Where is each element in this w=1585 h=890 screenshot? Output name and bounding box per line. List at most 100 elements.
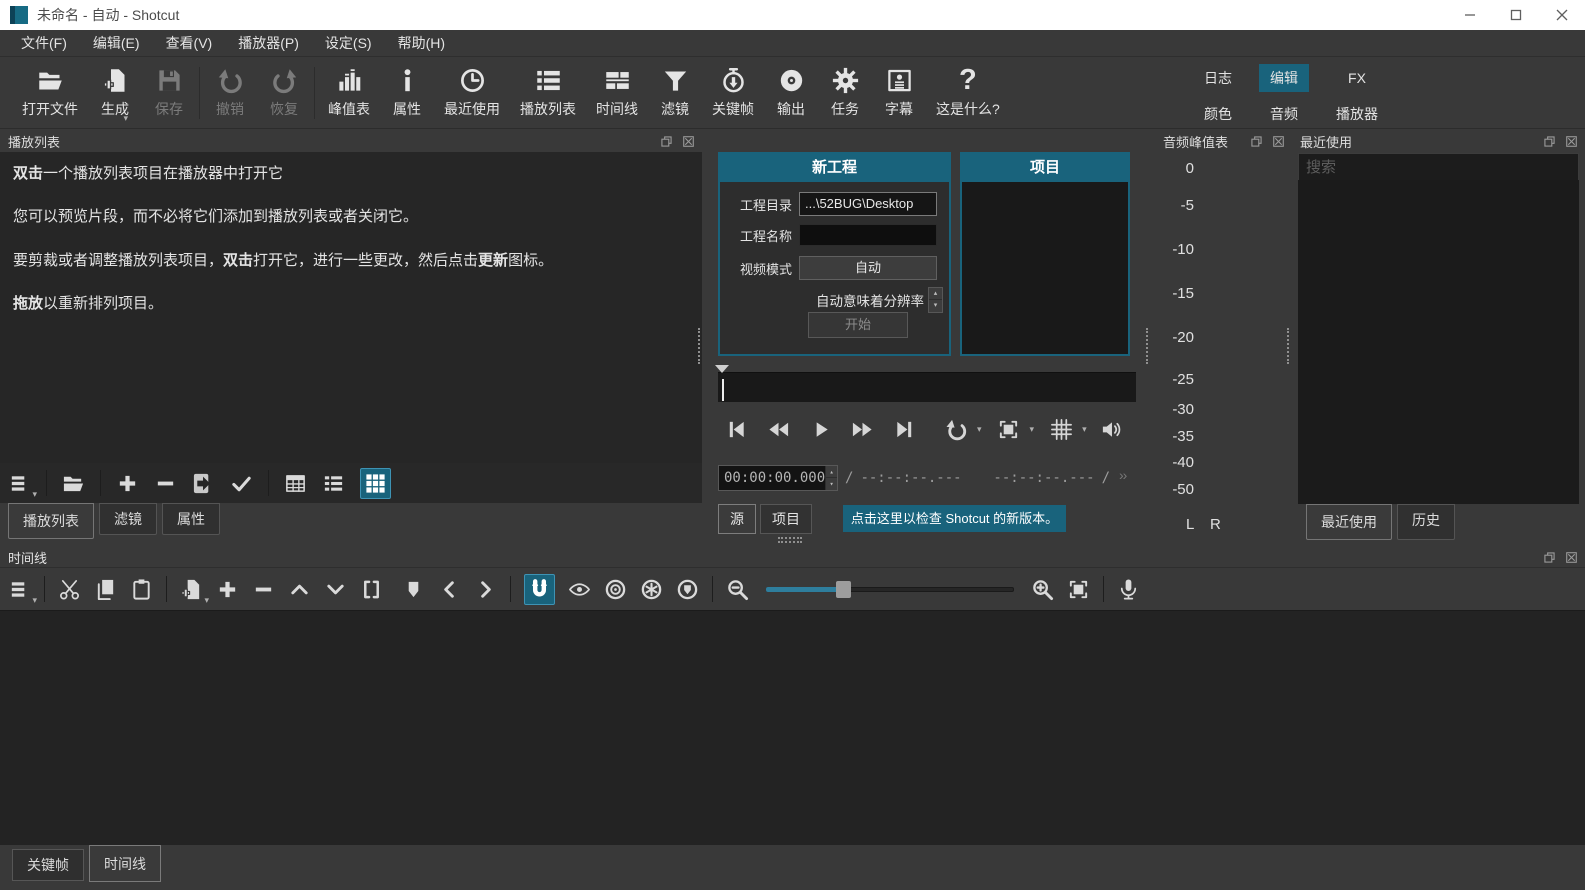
split-button[interactable]: [360, 578, 383, 601]
rewind-button[interactable]: [757, 418, 799, 441]
record-audio-button[interactable]: [1117, 578, 1140, 601]
zoom-slider-handle[interactable]: [836, 581, 851, 598]
recent-button[interactable]: 最近使用: [434, 62, 510, 123]
whats-this-button[interactable]: ? 这是什么?: [926, 62, 1010, 123]
timeline-zoom-slider[interactable]: [766, 580, 1014, 598]
playlist-remove-button[interactable]: [154, 472, 177, 495]
playhead-marker[interactable]: [715, 365, 729, 380]
marker-button[interactable]: [402, 578, 425, 601]
grid-button[interactable]: [1040, 418, 1082, 441]
previous-marker-button[interactable]: [438, 578, 461, 601]
float-panel-icon[interactable]: [1544, 136, 1555, 147]
ripple-all-tracks-button[interactable]: [640, 578, 663, 601]
zoom-fit-player-button[interactable]: [988, 418, 1030, 441]
layout-audio[interactable]: 音频: [1259, 100, 1309, 128]
float-panel-icon[interactable]: [661, 136, 672, 147]
menu-player[interactable]: 播放器(P): [225, 30, 312, 56]
tab-recent[interactable]: 最近使用: [1306, 504, 1392, 540]
timeline-menu-button[interactable]: ▾: [8, 578, 31, 601]
close-panel-icon[interactable]: [683, 136, 694, 147]
timecode-spinner[interactable]: ▴▾: [825, 466, 837, 490]
tab-history[interactable]: 历史: [1397, 504, 1455, 540]
layout-color[interactable]: 颜色: [1193, 100, 1243, 128]
ripple-trim-drop-button[interactable]: [604, 578, 627, 601]
menu-file[interactable]: 文件(F): [8, 30, 80, 56]
minimize-button[interactable]: [1447, 0, 1493, 30]
play-button[interactable]: [799, 418, 841, 441]
resolution-spinner[interactable]: ▴▾: [928, 287, 943, 313]
close-panel-icon[interactable]: [1273, 136, 1284, 147]
undo-button[interactable]: 撤销: [203, 62, 257, 123]
playlist-button[interactable]: 播放列表: [510, 62, 586, 123]
project-name-input[interactable]: [799, 224, 937, 246]
menu-view[interactable]: 查看(V): [153, 30, 226, 56]
view-details-button[interactable]: [284, 472, 307, 495]
start-button[interactable]: 开始: [808, 312, 908, 338]
splitter-handle[interactable]: [778, 537, 802, 545]
export-button[interactable]: 输出: [764, 62, 818, 123]
volume-button[interactable]: [1091, 418, 1133, 441]
delete-button[interactable]: [252, 578, 275, 601]
toolbar-overflow-button[interactable]: ››: [1119, 467, 1126, 483]
ripple-markers-button[interactable]: [676, 578, 699, 601]
project-folder-value[interactable]: ...\52BUG\Desktop: [799, 192, 937, 216]
menu-edit[interactable]: 编辑(E): [80, 30, 153, 56]
close-button[interactable]: [1539, 0, 1585, 30]
close-panel-icon[interactable]: [1566, 552, 1577, 563]
redo-button[interactable]: 恢复: [257, 62, 311, 123]
loop-button[interactable]: [935, 418, 977, 441]
skip-to-start-button[interactable]: [715, 418, 757, 441]
next-marker-button[interactable]: [474, 578, 497, 601]
layout-player[interactable]: 播放器: [1325, 100, 1389, 128]
timeline-button[interactable]: 时间线: [586, 62, 648, 123]
view-icons-button[interactable]: [360, 468, 391, 499]
jobs-button[interactable]: 任务: [818, 62, 872, 123]
skip-to-end-button[interactable]: [883, 418, 925, 441]
position-timecode[interactable]: 00:00:00.000 ▴▾: [718, 465, 838, 491]
playlist-add-button[interactable]: [116, 472, 139, 495]
properties-button[interactable]: 属性: [380, 62, 434, 123]
playlist-update-thumbnails-button[interactable]: [230, 472, 253, 495]
tab-keyframes[interactable]: 关键帧: [12, 849, 84, 881]
view-tiles-button[interactable]: [322, 472, 345, 495]
peak-meter-button[interactable]: 峰值表: [318, 62, 380, 123]
copy-button[interactable]: [94, 578, 117, 601]
layout-editing[interactable]: 编辑: [1259, 64, 1309, 92]
overwrite-button[interactable]: [324, 578, 347, 601]
playlist-update-button[interactable]: [192, 472, 215, 495]
seek-bar[interactable]: [718, 372, 1136, 402]
tab-source[interactable]: 源: [718, 504, 756, 534]
snap-toggle-button[interactable]: [524, 574, 555, 605]
maximize-button[interactable]: [1493, 0, 1539, 30]
timeline-zoom-in-button[interactable]: [1031, 578, 1054, 601]
timeline-tracks-area[interactable]: [0, 610, 1585, 845]
scrub-while-dragging-button[interactable]: [568, 578, 591, 601]
lift-button[interactable]: [288, 578, 311, 601]
open-file-button[interactable]: 打开文件: [12, 62, 88, 123]
tab-project[interactable]: 项目: [760, 504, 812, 534]
float-panel-icon[interactable]: [1251, 136, 1262, 147]
menu-settings[interactable]: 设定(S): [312, 30, 385, 56]
timeline-zoom-out-button[interactable]: [726, 578, 749, 601]
paste-button[interactable]: [130, 578, 153, 601]
splitter-handle[interactable]: [1287, 328, 1289, 364]
timeline-zoom-fit-button[interactable]: [1067, 578, 1090, 601]
splitter-handle[interactable]: [698, 328, 700, 364]
cut-button[interactable]: [58, 578, 81, 601]
float-panel-icon[interactable]: [1544, 552, 1555, 563]
open-other-button[interactable]: 生成 ▾: [88, 62, 142, 123]
playlist-menu-button[interactable]: ▾: [8, 472, 31, 495]
projects-list[interactable]: [964, 184, 1126, 352]
tab-properties[interactable]: 属性: [162, 503, 220, 535]
filters-button[interactable]: 滤镜: [648, 62, 702, 123]
video-mode-button[interactable]: 自动: [799, 256, 937, 280]
subtitles-button[interactable]: 字幕: [872, 62, 926, 123]
layout-fx[interactable]: FX: [1337, 66, 1377, 90]
fast-forward-button[interactable]: [841, 418, 883, 441]
recent-list[interactable]: [1298, 180, 1579, 504]
close-panel-icon[interactable]: [1566, 136, 1577, 147]
tab-timeline[interactable]: 时间线: [89, 845, 161, 882]
ripple-delete-button[interactable]: [216, 578, 239, 601]
keyframes-button[interactable]: 关键帧: [702, 62, 764, 123]
splitter-handle[interactable]: [1146, 328, 1148, 364]
